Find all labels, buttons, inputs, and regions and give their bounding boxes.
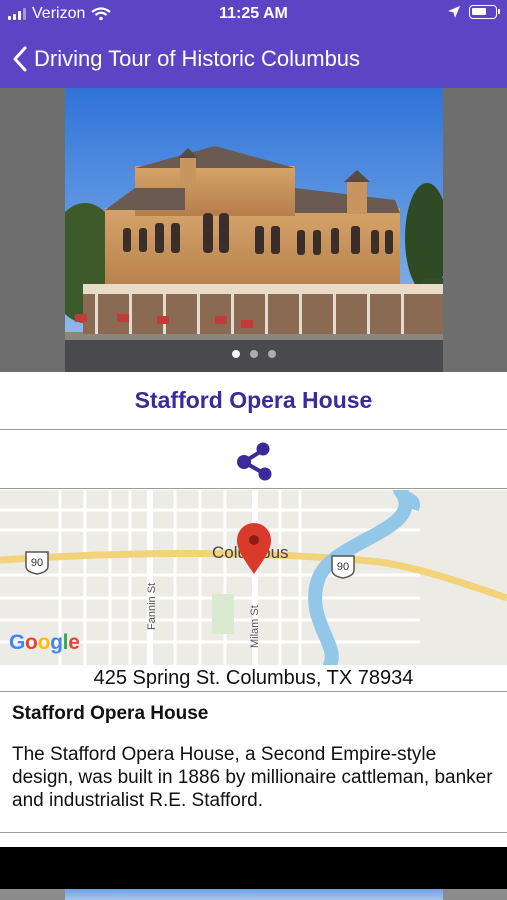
next-item-peek (0, 889, 507, 900)
status-bar: Verizon 11:25 AM (0, 0, 507, 30)
route-90-shield-left: 90 (25, 551, 49, 575)
next-photo-peek (65, 889, 443, 900)
battery-icon (469, 5, 500, 19)
share-icon (236, 442, 271, 480)
share-row (0, 431, 507, 489)
description-title: Stafford Opera House (12, 703, 209, 724)
carousel-dot[interactable] (231, 350, 240, 358)
nav-bar: Driving Tour of Historic Columbus (0, 30, 507, 88)
map-street-label-fannin: Fannin St (146, 583, 158, 630)
description-body: The Stafford Opera House, a Second Empir… (12, 744, 493, 811)
map-street-label-milam: Milam St (249, 605, 261, 648)
route-90-shield-right: 90 (331, 555, 355, 579)
back-button[interactable]: Driving Tour of Historic Columbus (0, 45, 360, 73)
address-text[interactable]: 425 Spring St. Columbus, TX 78934 (0, 665, 507, 692)
carousel-dots (0, 350, 507, 358)
route-shield-label: 90 (31, 557, 43, 569)
status-right (447, 5, 500, 19)
carousel-dot[interactable] (267, 350, 276, 358)
photo-carousel[interactable] (0, 88, 507, 372)
place-title-row: Stafford Opera House (0, 372, 507, 430)
nav-title: Driving Tour of Historic Columbus (34, 46, 361, 71)
description-section: Stafford Opera House The Stafford Opera … (0, 693, 507, 833)
carousel-dot[interactable] (249, 350, 258, 358)
place-title: Stafford Opera House (134, 387, 373, 413)
chevron-left-icon (13, 46, 27, 72)
google-logo: Google (9, 631, 80, 654)
route-shield-label: 90 (337, 561, 349, 573)
share-button[interactable] (230, 436, 278, 484)
separator-bar (0, 847, 507, 889)
opera-house-photo (65, 88, 443, 372)
app-header: Verizon 11:25 AM Driving Tour of Histori… (0, 0, 507, 88)
location-arrow-icon (448, 6, 460, 18)
location-map[interactable]: 90 90 Columbus Fannin St Milam St Google (0, 490, 507, 665)
status-time: 11:25 AM (219, 5, 288, 22)
